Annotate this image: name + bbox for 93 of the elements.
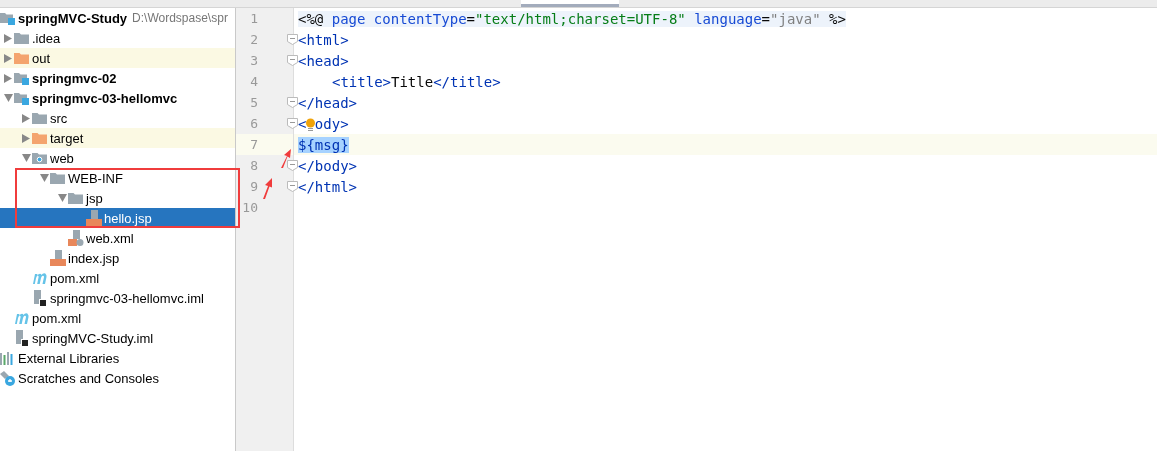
tree-row[interactable]: jsp: [0, 188, 235, 208]
expand-arrow-icon[interactable]: [22, 113, 30, 123]
code-line: <title>Title</title>: [332, 73, 501, 90]
libraries-icon: [0, 351, 13, 365]
tree-item-label: External Libraries: [18, 350, 120, 366]
code-line: </body>: [298, 157, 357, 174]
tree-row[interactable]: springMVC-Study D:\Wordspase\spr: [0, 8, 235, 28]
expand-arrow-icon[interactable]: [4, 53, 12, 63]
line-number: 4: [249, 74, 258, 89]
code-line: </head>: [298, 94, 357, 111]
tree-item-label: Scratches and Consoles: [18, 370, 159, 386]
expand-arrow-icon[interactable]: [22, 133, 30, 143]
iml-file-icon: [32, 290, 46, 306]
fold-marker-icon[interactable]: [287, 180, 298, 192]
line-number: 3: [249, 53, 258, 68]
tree-item-label: jsp: [86, 190, 103, 206]
collapse-arrow-icon[interactable]: [21, 154, 31, 162]
tree-item-label: springmvc-03-hellomvc: [32, 90, 178, 106]
tree-row[interactable]: External Libraries: [0, 348, 235, 368]
line-number: 2: [249, 32, 258, 47]
tree-row[interactable]: pom.xml: [0, 268, 235, 288]
tree-row[interactable]: web.xml: [0, 228, 235, 248]
line-number: 8: [249, 158, 258, 173]
tree-item-label: springMVC-Study: [18, 10, 128, 26]
tree-item-label: web.xml: [86, 230, 134, 246]
tree-row[interactable]: springmvc-02: [0, 68, 235, 88]
fold-marker-icon[interactable]: [287, 159, 298, 171]
folder-icon: [14, 31, 29, 45]
tree-item-label: springmvc-03-hellomvc.iml: [50, 290, 204, 306]
line-number: 6: [249, 116, 258, 131]
tree-item-label: web: [50, 150, 74, 166]
expand-arrow-icon[interactable]: [4, 73, 12, 83]
tree-item-label: index.jsp: [68, 250, 120, 266]
line-number: 7: [249, 137, 258, 152]
tree-row[interactable]: springmvc-03-hellomvc.iml: [0, 288, 235, 308]
tree-item-label: out: [32, 50, 51, 66]
folder-icon: [14, 51, 29, 65]
tree-row[interactable]: web: [0, 148, 235, 168]
module-icon: [14, 91, 29, 105]
line-number: 10: [241, 200, 258, 215]
tree-row[interactable]: Scratches and Consoles: [0, 368, 235, 388]
fold-marker-icon[interactable]: [287, 96, 298, 108]
code-line: <head>: [298, 52, 349, 69]
line-number: 1: [249, 11, 258, 26]
annotation-arrow: [261, 178, 274, 200]
code-line: </html>: [298, 178, 357, 195]
annotation-arrow: [279, 149, 292, 169]
fold-marker-icon[interactable]: [287, 33, 298, 45]
tree-item-label: WEB-INF: [68, 170, 123, 186]
tree-row[interactable]: .idea: [0, 28, 235, 48]
line-number: 9: [249, 179, 258, 194]
tree-item-label: hello.jsp: [104, 210, 152, 226]
code-line: < ody>: [298, 115, 349, 132]
maven-icon: [14, 312, 30, 324]
line-number: 5: [249, 95, 258, 110]
folder-icon: [68, 191, 83, 205]
editor-tab[interactable]: [521, 0, 619, 7]
collapse-arrow-icon[interactable]: [39, 174, 49, 182]
tree-row[interactable]: src: [0, 108, 235, 128]
iml-file-icon: [14, 330, 28, 346]
tree-item-label: springMVC-Study.iml: [32, 330, 154, 346]
fold-marker-icon[interactable]: [287, 54, 298, 66]
code-line: <html>: [298, 31, 349, 48]
project-path: D:\Wordspase\spr: [132, 11, 228, 25]
lightbulb-icon[interactable]: [306, 117, 315, 132]
module-icon: [0, 11, 15, 25]
tree-row[interactable]: springMVC-Study.iml: [0, 328, 235, 348]
tree-item-label: .idea: [32, 30, 61, 46]
collapse-arrow-icon[interactable]: [3, 94, 13, 102]
tree-row[interactable]: pom.xml: [0, 308, 235, 328]
tree-row[interactable]: WEB-INF: [0, 168, 235, 188]
tree-row[interactable]: springmvc-03-hellomvc: [0, 88, 235, 108]
folder-icon: [32, 111, 47, 125]
tree-item-label: springmvc-02: [32, 70, 117, 86]
tree-item-label: src: [50, 110, 68, 126]
folder-icon: [50, 171, 65, 185]
web-folder-icon: [32, 151, 47, 165]
expand-arrow-icon[interactable]: [4, 33, 12, 43]
folder-icon: [32, 131, 47, 145]
jsp-file-icon: [50, 250, 66, 266]
tree-row[interactable]: hello.jsp: [0, 208, 235, 228]
fold-marker-icon[interactable]: [287, 117, 298, 129]
jsp-file-icon: [86, 210, 102, 226]
collapse-arrow-icon[interactable]: [57, 194, 67, 202]
tree-row[interactable]: out: [0, 48, 235, 68]
tree-item-label: target: [50, 130, 84, 146]
module-icon: [14, 71, 29, 85]
xml-file-icon: [68, 230, 84, 246]
tree-item-label: pom.xml: [50, 270, 100, 286]
tree-row[interactable]: target: [0, 128, 235, 148]
tree-row[interactable]: index.jsp: [0, 248, 235, 268]
maven-icon: [32, 272, 48, 284]
tree-item-label: pom.xml: [32, 310, 82, 326]
